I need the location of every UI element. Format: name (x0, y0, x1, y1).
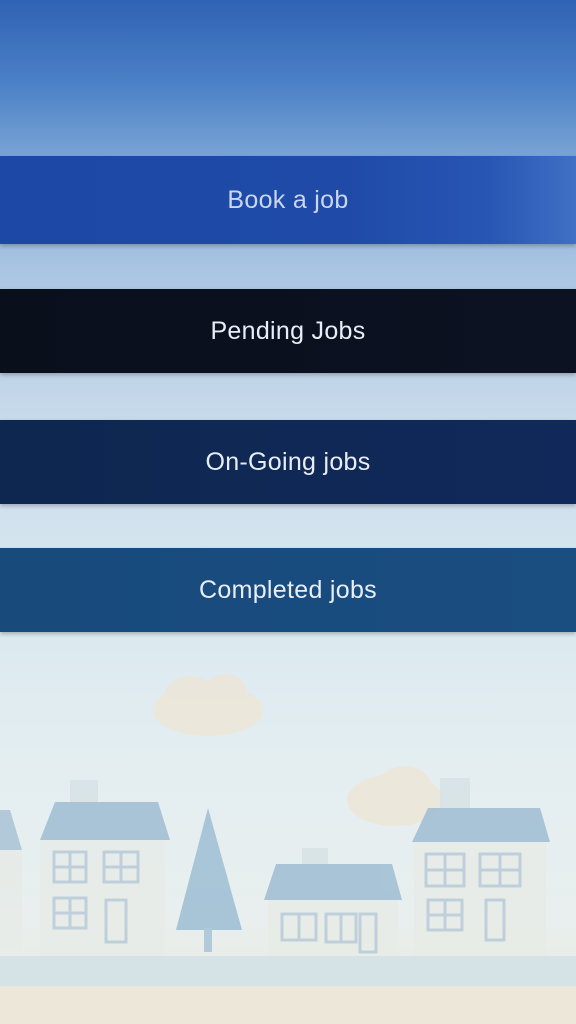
houses-background-illustration (0, 674, 576, 1024)
ground-strip (0, 956, 576, 986)
completed-jobs-button[interactable]: Completed jobs (0, 548, 576, 632)
pending-jobs-button[interactable]: Pending Jobs (0, 289, 576, 373)
ongoing-jobs-label: On-Going jobs (205, 447, 371, 476)
tree (176, 808, 242, 952)
house-middle (264, 848, 402, 960)
pending-jobs-label: Pending Jobs (210, 316, 366, 345)
ongoing-jobs-button[interactable]: On-Going jobs (0, 420, 576, 504)
house-edge (0, 810, 22, 950)
book-job-button[interactable]: Book a job (0, 156, 576, 244)
cloud-left (153, 674, 263, 736)
ground-base (0, 986, 576, 1024)
house-left (40, 780, 170, 958)
book-job-label: Book a job (227, 185, 349, 214)
completed-jobs-label: Completed jobs (199, 575, 377, 604)
